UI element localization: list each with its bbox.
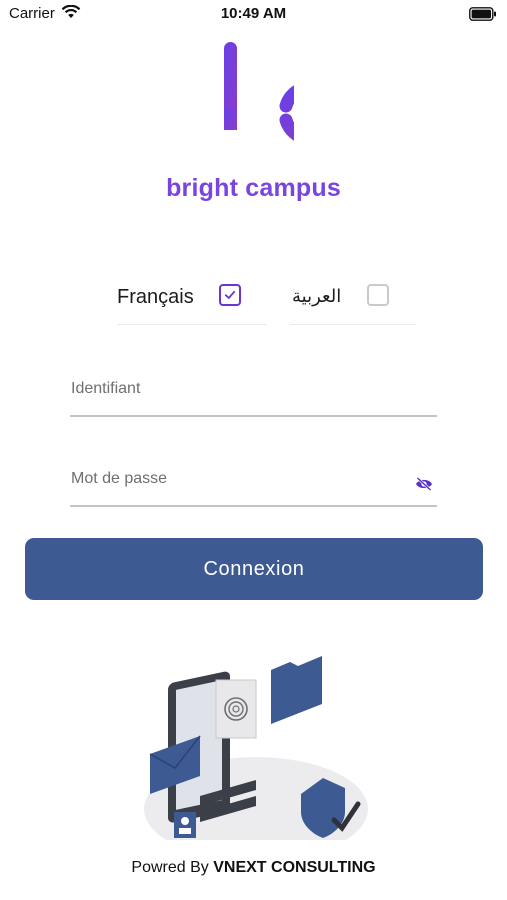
username-placeholder: Identifiant [71, 380, 141, 397]
clock: 10:49 AM [220, 5, 287, 22]
status-bar: Carrier 10:49 AM [0, 0, 507, 30]
username-field[interactable]: Identifiant [70, 371, 437, 417]
footer: Powred By VNEXT CONSULTING [0, 859, 507, 877]
brand-name: bright campus [166, 174, 341, 202]
language-label-arabic: العربية [292, 286, 342, 307]
language-option-francais[interactable]: Français [117, 280, 267, 325]
battery-icon [469, 7, 496, 21]
eye-slash-icon[interactable] [415, 477, 433, 491]
logo-icon [224, 42, 294, 141]
language-option-arabic[interactable]: العربية [290, 280, 416, 325]
password-field[interactable]: Mot de passe [70, 461, 437, 507]
language-checkbox-arabic[interactable] [367, 284, 389, 306]
security-illustration [144, 656, 368, 840]
footer-prefix: Powred By [131, 859, 209, 876]
login-button[interactable]: Connexion [25, 538, 483, 600]
check-icon [224, 290, 236, 299]
footer-company: VNEXT CONSULTING [213, 859, 376, 876]
language-checkbox-francais[interactable] [219, 284, 241, 306]
language-label-francais: Français [117, 286, 194, 308]
password-placeholder: Mot de passe [71, 470, 168, 487]
